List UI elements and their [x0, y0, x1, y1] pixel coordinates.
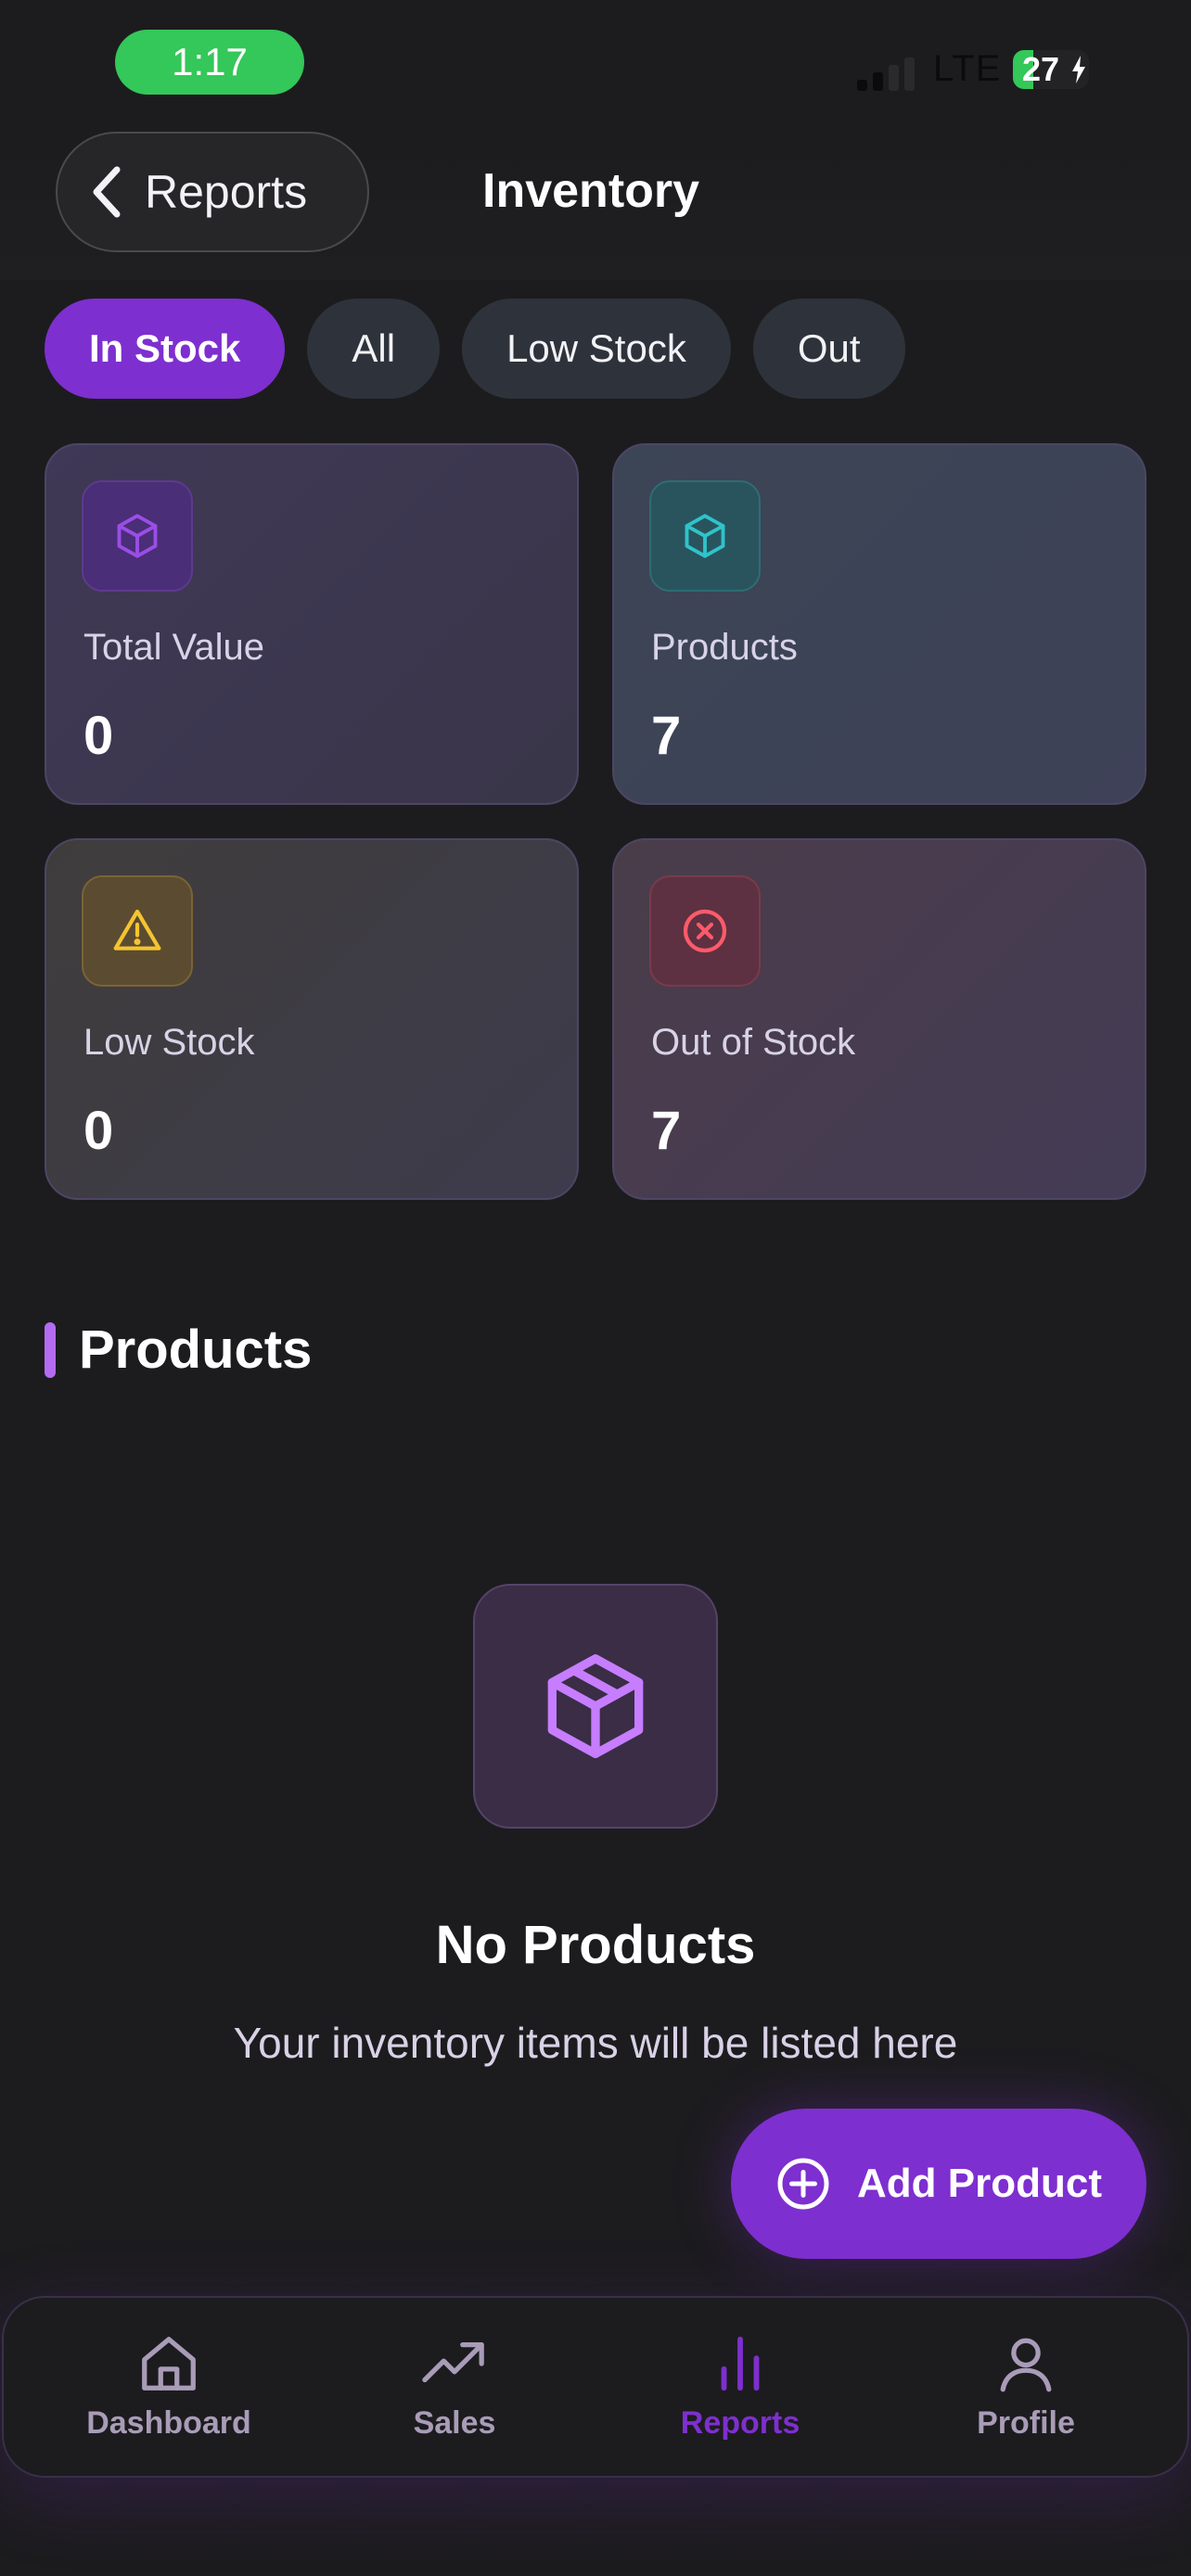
x-circle-icon: [649, 875, 761, 987]
tab-reports[interactable]: Reports: [620, 2331, 861, 2461]
tab-dashboard[interactable]: Dashboard: [48, 2331, 289, 2461]
stat-card-products: Products 7: [612, 443, 1146, 805]
tab-sales[interactable]: Sales: [334, 2331, 575, 2461]
back-button-label: Reports: [145, 166, 308, 218]
empty-state-title: No Products: [435, 1915, 756, 1975]
package-icon: [473, 1584, 718, 1829]
cube-icon: [649, 480, 761, 592]
charging-bolt-icon: [1072, 56, 1085, 83]
section-title: Products: [79, 1320, 313, 1380]
user-icon: [1000, 2338, 1052, 2392]
tab-label: Profile: [977, 2405, 1075, 2441]
battery-level: 27: [1022, 50, 1060, 88]
signal-icon: [857, 54, 922, 91]
home-icon: [142, 2337, 196, 2391]
tab-label: Sales: [413, 2405, 496, 2441]
tab-label: Dashboard: [86, 2405, 251, 2441]
network-label: LTE: [933, 48, 1002, 89]
battery-icon: 27: [1013, 50, 1089, 89]
stat-label: Out of Stock: [651, 1022, 856, 1063]
empty-state-subtitle: Your inventory items will be listed here: [233, 2019, 958, 2067]
section-accent-bar: [45, 1322, 56, 1378]
stat-value: 7: [651, 1101, 682, 1161]
tab-profile[interactable]: Profile: [905, 2331, 1146, 2461]
stat-value: 0: [83, 706, 114, 766]
add-product-label: Add Product: [857, 2161, 1102, 2206]
trending-up-icon: [422, 2341, 484, 2383]
filter-chip-low-stock[interactable]: Low Stock: [462, 299, 731, 399]
stat-card-out-of-stock: Out of Stock 7: [612, 838, 1146, 1200]
filter-chip-all[interactable]: All: [307, 299, 441, 399]
cube-icon: [82, 480, 193, 592]
stat-value: 0: [83, 1101, 114, 1161]
add-product-button[interactable]: Add Product: [731, 2109, 1146, 2259]
stat-card-low-stock: Low Stock 0: [45, 838, 579, 1200]
stat-card-total-value: Total Value 0: [45, 443, 579, 805]
filter-chips: In Stock All Low Stock Out: [45, 299, 905, 399]
stat-label: Total Value: [83, 627, 264, 668]
stat-value: 7: [651, 706, 682, 766]
nav-header: Reports Inventory: [0, 130, 1191, 280]
tab-label: Reports: [680, 2405, 800, 2441]
bar-chart-icon: [721, 2336, 760, 2391]
bottom-tab-bar: Dashboard Sales Reports Profile: [2, 2296, 1189, 2478]
stat-label: Low Stock: [83, 1022, 255, 1063]
stat-label: Products: [651, 627, 798, 668]
filter-chip-in-stock[interactable]: In Stock: [45, 299, 286, 399]
filter-chip-out[interactable]: Out: [752, 299, 905, 399]
warning-icon: [82, 875, 193, 987]
plus-circle-icon: [777, 2158, 829, 2210]
status-time: 1:17: [115, 30, 304, 95]
chevron-left-icon: [93, 166, 121, 218]
page-title: Inventory: [482, 164, 700, 218]
status-bar: 1:17 LTE 27: [0, 0, 1191, 130]
back-button[interactable]: Reports: [56, 132, 369, 252]
